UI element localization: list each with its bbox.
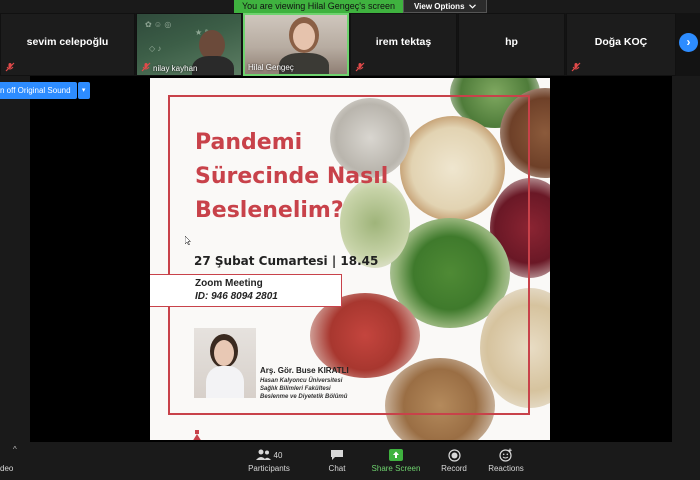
reactions-button[interactable]: Reactions xyxy=(486,446,526,473)
affiliation-line: Hasan Kalyoncu Üniversitesi xyxy=(260,378,343,384)
muted-mic-icon xyxy=(571,62,581,72)
university-logo-icon xyxy=(193,430,201,440)
original-sound-control: n off Original Sound ▾ xyxy=(0,82,90,99)
speaker-affiliation: Hasan Kalyoncu Üniversitesi Sağlık Bilim… xyxy=(260,377,347,401)
screen-share-banner: You are viewing Hilal Gengeç's screen Vi… xyxy=(234,0,487,13)
chalkboard-doodle: ◇ ♪ xyxy=(149,44,162,53)
reactions-label: Reactions xyxy=(488,464,524,473)
participant-video-tile[interactable]: ✿ ☺ ◎ ★ ✎ ◇ ♪ nilay kayhan xyxy=(136,13,242,76)
zoom-meeting-window: You are viewing Hilal Gengeç's screen Vi… xyxy=(0,0,700,480)
chevron-up-icon[interactable]: ^ xyxy=(13,445,17,454)
slide-title-line: Sürecinde Nasıl xyxy=(195,164,389,189)
speaker-face xyxy=(214,340,234,366)
participants-label: Participants xyxy=(248,464,290,473)
meeting-id: ID: 946 8094 2801 xyxy=(195,291,278,302)
participant-tile[interactable]: sevim celepoğlu xyxy=(0,13,135,76)
participant-name: irem tektaş xyxy=(375,36,432,48)
participant-video-tile-active[interactable]: Hilal Gengeç xyxy=(243,13,349,76)
video-button-label[interactable]: deo xyxy=(0,464,13,473)
participant-name: Doğa KOÇ xyxy=(594,36,648,48)
record-icon xyxy=(447,448,461,462)
viewing-screen-text: You are viewing Hilal Gengeç's screen xyxy=(234,0,403,13)
slide-title-line: Pandemi xyxy=(195,130,303,155)
participant-name: Hilal Gengeç xyxy=(248,63,294,72)
participant-face xyxy=(293,23,315,50)
share-screen-icon xyxy=(389,449,403,461)
participant-tile[interactable]: Doğa KOÇ xyxy=(566,13,676,76)
participant-tile[interactable]: irem tektaş xyxy=(350,13,457,76)
slide-title: Pandemi Sürecinde Nasıl Beslenelim? xyxy=(195,126,388,228)
participant-strip: sevim celepoğlu ✿ ☺ ◎ ★ ✎ ◇ ♪ nilay kayh… xyxy=(0,13,700,76)
original-sound-button[interactable]: n off Original Sound xyxy=(0,82,77,99)
participants-count: 40 xyxy=(273,450,283,460)
chalkboard-doodle: ✿ ☺ ◎ xyxy=(145,20,172,29)
participant-tile[interactable]: hp xyxy=(458,13,565,76)
participant-body xyxy=(192,56,234,75)
share-screen-label: Share Screen xyxy=(371,464,421,473)
view-options-button[interactable]: View Options xyxy=(402,0,487,13)
speaker-shirt xyxy=(206,366,244,398)
speaker-name: Arş. Gör. Buse KIRATLI xyxy=(260,366,349,375)
participants-icon xyxy=(255,449,271,460)
mouse-cursor-icon xyxy=(185,236,191,245)
meeting-info-box: Zoom Meeting ID: 946 8094 2801 xyxy=(150,274,342,307)
chevron-down-icon xyxy=(468,3,476,9)
next-participants-arrow-icon[interactable]: › xyxy=(679,33,698,52)
participant-name: sevim celepoğlu xyxy=(26,36,109,48)
muted-mic-icon xyxy=(141,62,151,72)
event-date-time: 27 Şubat Cumartesi | 18.45 xyxy=(194,254,379,268)
affiliation-line: Sağlık Bilimleri Fakültesi xyxy=(260,386,331,392)
participant-name: hp xyxy=(505,36,518,48)
speaker-photo xyxy=(194,328,256,398)
shared-slide: Pandemi Sürecinde Nasıl Beslenelim? 27 Ş… xyxy=(150,78,550,440)
participants-button[interactable]: 40 Participants xyxy=(246,446,292,473)
meeting-toolbar: 40 Participants Chat Share Screen Record… xyxy=(0,442,700,480)
participant-name: nilay kayhan xyxy=(153,64,198,73)
record-label: Record xyxy=(441,464,467,473)
chat-icon xyxy=(331,450,343,460)
affiliation-line: Beslenme ve Diyetetik Bölümü xyxy=(260,394,348,400)
view-options-label: View Options xyxy=(413,1,465,11)
record-button[interactable]: Record xyxy=(438,446,470,473)
share-screen-button[interactable]: Share Screen xyxy=(370,446,422,473)
muted-mic-icon xyxy=(355,62,365,72)
meeting-label: Zoom Meeting xyxy=(195,278,263,289)
chevron-down-icon[interactable]: ▾ xyxy=(77,82,90,99)
reactions-smiley-icon xyxy=(499,448,512,462)
chat-button[interactable]: Chat xyxy=(322,446,352,473)
muted-mic-icon xyxy=(5,62,15,72)
slide-title-line: Beslenelim? xyxy=(195,198,344,223)
chat-label: Chat xyxy=(328,464,346,473)
